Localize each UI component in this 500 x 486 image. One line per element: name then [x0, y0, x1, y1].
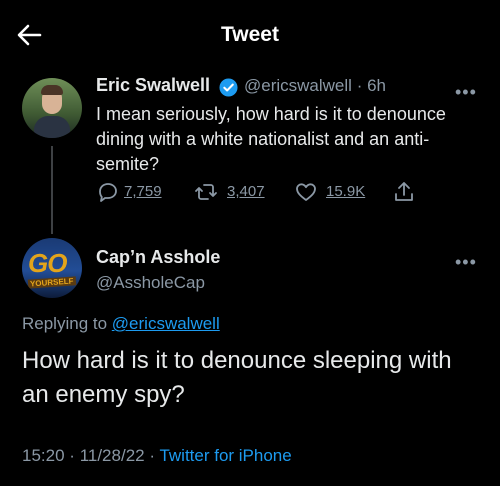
- like-icon: [296, 183, 316, 201]
- tweet-date: 11/28/22: [79, 446, 145, 465]
- retweet-icon: [195, 184, 217, 200]
- top-bar: Tweet: [0, 0, 500, 70]
- like-button[interactable]: 15.9K: [294, 180, 372, 204]
- retweet-button[interactable]: 3,407: [194, 180, 274, 204]
- avatar[interactable]: GO YOURSELF: [22, 238, 82, 298]
- more-icon[interactable]: •••: [455, 82, 477, 103]
- author-handle[interactable]: @AssholeCap: [96, 273, 205, 293]
- tweet-time: 15:20: [22, 446, 65, 465]
- tweet-timestamp: 15:20 · 11/28/22 · Twitter for iPhone: [22, 446, 292, 466]
- avatar-logo-text: GO: [28, 248, 67, 278]
- share-icon: [395, 182, 413, 201]
- tweet-text: How hard is it to denounce sleeping with…: [22, 347, 452, 408]
- separator: ·: [69, 446, 75, 465]
- separator: ·: [149, 446, 156, 465]
- reply-icon: [99, 183, 117, 202]
- mention-link[interactable]: @ericswalwell: [112, 314, 220, 333]
- avatar[interactable]: [22, 78, 82, 138]
- reply-count: 7,759: [124, 183, 162, 200]
- like-count: 15.9K: [326, 183, 366, 200]
- replying-label: Replying to: [22, 314, 108, 333]
- more-icon[interactable]: •••: [455, 252, 477, 273]
- reply-button[interactable]: 7,759: [96, 180, 171, 204]
- page-title: Tweet: [221, 23, 279, 46]
- retweet-count: 3,407: [227, 183, 265, 200]
- separator: ·: [356, 76, 363, 95]
- handle-text: @ericswalwell: [244, 76, 352, 95]
- author-handle[interactable]: @ericswalwell · 6h: [244, 76, 386, 96]
- thread-line: [51, 146, 53, 234]
- avatar-logo-subtext: YOURSELF: [27, 276, 76, 289]
- tweet-time: 6h: [367, 76, 387, 95]
- tweet-text: I mean seriously, how hard is it to deno…: [96, 104, 446, 174]
- replying-to: Replying to @ericswalwell: [22, 314, 220, 334]
- author-name[interactable]: Cap’n Asshole: [96, 247, 220, 268]
- verified-badge-icon: [219, 78, 238, 97]
- author-name[interactable]: Eric Swalwell: [96, 75, 210, 96]
- share-button[interactable]: [392, 180, 416, 204]
- tweet-source-link[interactable]: Twitter for iPhone: [159, 446, 291, 465]
